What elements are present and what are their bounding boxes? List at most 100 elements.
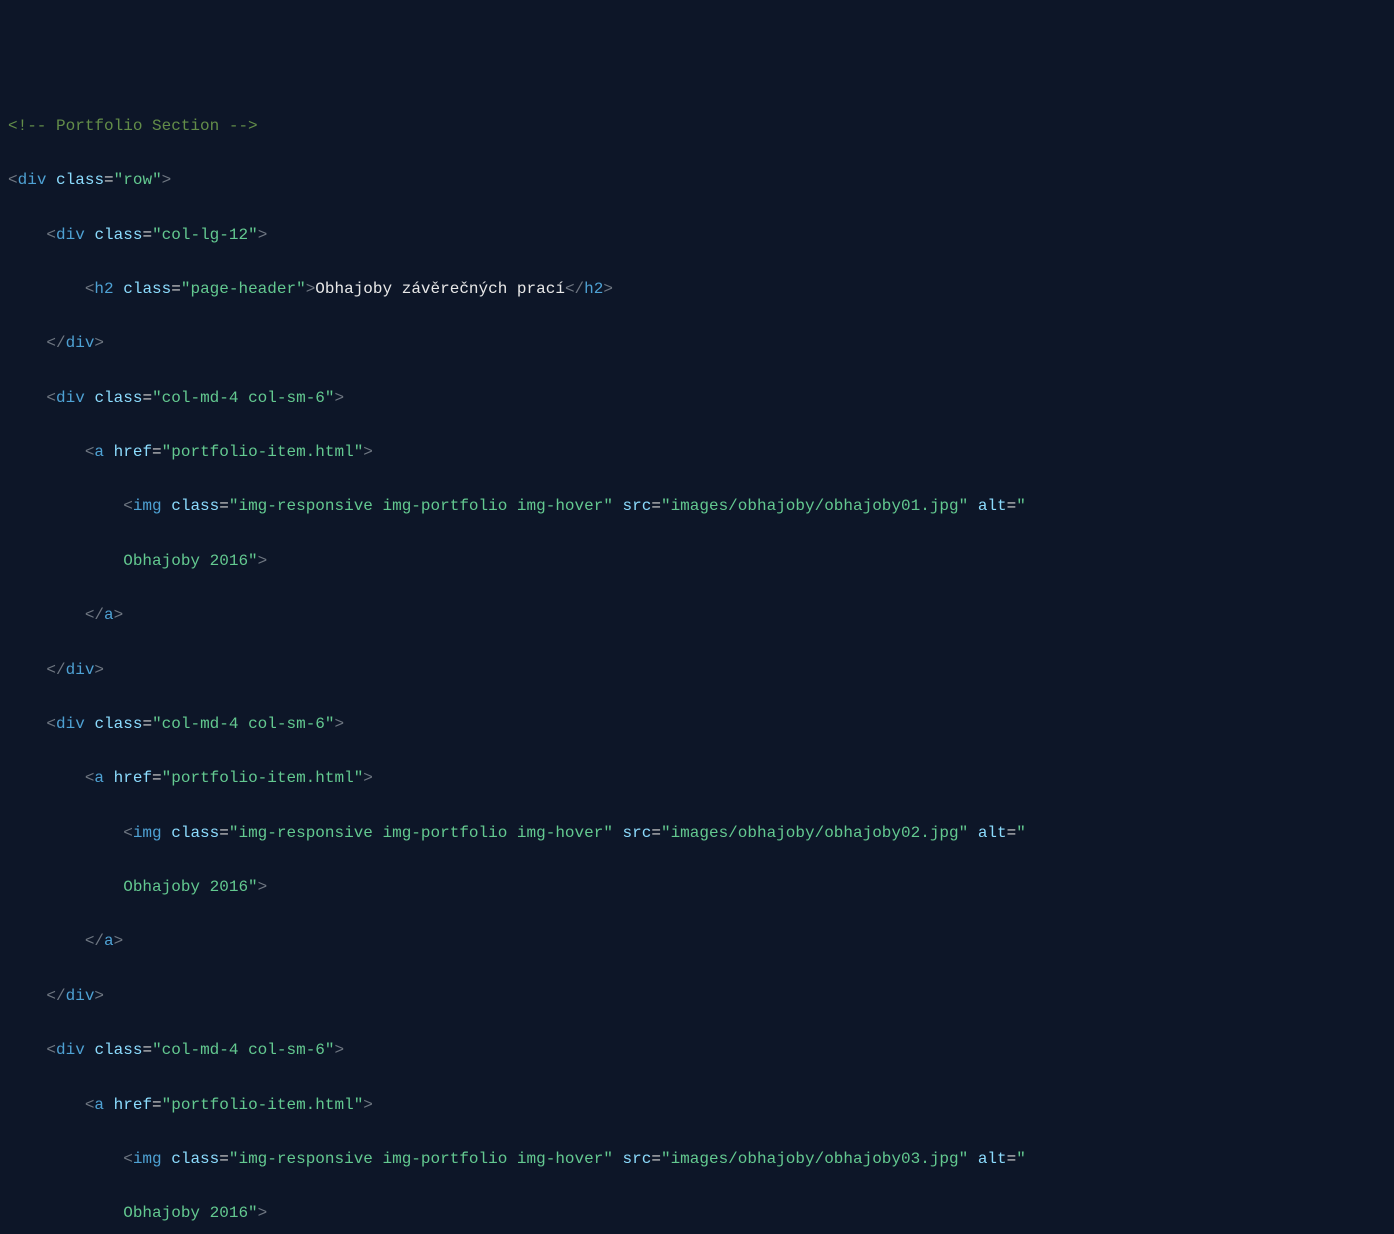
code-line[interactable]: <a href="portfolio-item.html"> bbox=[8, 439, 1394, 466]
token-text bbox=[85, 389, 95, 407]
code-line[interactable]: <div class="col-md-4 col-sm-6"> bbox=[8, 385, 1394, 412]
code-line[interactable]: Obhajoby 2016"> bbox=[8, 874, 1394, 901]
token-bracket: < bbox=[46, 715, 56, 733]
token-text bbox=[162, 497, 172, 515]
token-bracket: > bbox=[114, 932, 124, 950]
code-line[interactable]: <div class="col-md-4 col-sm-6"> bbox=[8, 711, 1394, 738]
code-line[interactable]: </div> bbox=[8, 983, 1394, 1010]
token-attr-name: class bbox=[171, 824, 219, 842]
code-line[interactable]: Obhajoby 2016"> bbox=[8, 1200, 1394, 1227]
token-bracket: > bbox=[258, 878, 268, 896]
token-bracket: </ bbox=[85, 606, 104, 624]
token-bracket: > bbox=[363, 1096, 373, 1114]
token-string: " bbox=[1016, 1150, 1026, 1168]
token-attr-name: href bbox=[114, 1096, 152, 1114]
token-bracket: > bbox=[603, 280, 613, 298]
token-bracket: < bbox=[46, 1041, 56, 1059]
token-attr-name: alt bbox=[978, 1150, 1007, 1168]
token-tag: img bbox=[133, 824, 162, 842]
token-text bbox=[162, 824, 172, 842]
token-tag: h2 bbox=[94, 280, 113, 298]
token-tag: a bbox=[104, 606, 114, 624]
token-bracket: </ bbox=[565, 280, 584, 298]
token-bracket: < bbox=[123, 497, 133, 515]
token-bracket: < bbox=[85, 443, 95, 461]
token-attr-name: class bbox=[171, 1150, 219, 1168]
token-string: Obhajoby 2016" bbox=[123, 552, 257, 570]
token-bracket: > bbox=[94, 661, 104, 679]
indent bbox=[8, 987, 46, 1005]
token-text bbox=[613, 1150, 623, 1168]
token-text bbox=[162, 1150, 172, 1168]
code-line[interactable]: <img class="img-responsive img-portfolio… bbox=[8, 493, 1394, 520]
token-string: "col-md-4 col-sm-6" bbox=[152, 1041, 334, 1059]
token-bracket: > bbox=[258, 226, 268, 244]
token-bracket: > bbox=[363, 443, 373, 461]
token-tag: div bbox=[66, 987, 95, 1005]
token-tag: div bbox=[18, 171, 47, 189]
token-comment: <!-- Portfolio Section --> bbox=[8, 117, 258, 135]
code-line[interactable]: <div class="col-lg-12"> bbox=[8, 222, 1394, 249]
token-string: "row" bbox=[114, 171, 162, 189]
token-eq: = bbox=[219, 497, 229, 515]
token-eq: = bbox=[219, 1150, 229, 1168]
token-attr-name: href bbox=[114, 443, 152, 461]
token-eq: = bbox=[142, 715, 152, 733]
token-text bbox=[968, 824, 978, 842]
token-tag: div bbox=[56, 389, 85, 407]
token-string: Obhajoby 2016" bbox=[123, 878, 257, 896]
token-string: " bbox=[1016, 497, 1026, 515]
token-string: "portfolio-item.html" bbox=[162, 443, 364, 461]
token-attr-name: class bbox=[123, 280, 171, 298]
code-editor[interactable]: <!-- Portfolio Section --> <div class="r… bbox=[8, 113, 1394, 1234]
token-bracket: > bbox=[335, 1041, 345, 1059]
code-line[interactable]: </a> bbox=[8, 928, 1394, 955]
token-bracket: </ bbox=[46, 987, 65, 1005]
code-line[interactable]: <img class="img-responsive img-portfolio… bbox=[8, 820, 1394, 847]
token-attr-name: src bbox=[623, 1150, 652, 1168]
code-line[interactable]: <a href="portfolio-item.html"> bbox=[8, 1092, 1394, 1119]
code-line[interactable]: </a> bbox=[8, 602, 1394, 629]
token-eq: = bbox=[1007, 1150, 1017, 1168]
code-line[interactable]: <h2 class="page-header">Obhajoby závěreč… bbox=[8, 276, 1394, 303]
code-line[interactable]: <!-- Portfolio Section --> bbox=[8, 113, 1394, 140]
token-attr-name: class bbox=[56, 171, 104, 189]
token-string: "portfolio-item.html" bbox=[162, 769, 364, 787]
token-tag: a bbox=[94, 769, 104, 787]
token-bracket: < bbox=[85, 769, 95, 787]
indent bbox=[8, 824, 123, 842]
token-text bbox=[104, 1096, 114, 1114]
indent bbox=[8, 1150, 123, 1168]
token-bracket: </ bbox=[46, 334, 65, 352]
token-bracket: > bbox=[335, 389, 345, 407]
token-bracket: > bbox=[258, 1204, 268, 1222]
token-text: Obhajoby závěrečných prací bbox=[315, 280, 565, 298]
token-string: "img-responsive img-portfolio img-hover" bbox=[229, 824, 613, 842]
token-string: "images/obhajoby/obhajoby02.jpg" bbox=[661, 824, 968, 842]
token-text bbox=[46, 171, 56, 189]
code-line[interactable]: </div> bbox=[8, 657, 1394, 684]
token-bracket: < bbox=[85, 1096, 95, 1114]
token-eq: = bbox=[142, 1041, 152, 1059]
indent bbox=[8, 661, 46, 679]
token-tag: div bbox=[66, 661, 95, 679]
token-text bbox=[968, 497, 978, 515]
code-line[interactable]: <div class="col-md-4 col-sm-6"> bbox=[8, 1037, 1394, 1064]
token-text bbox=[613, 497, 623, 515]
token-bracket: > bbox=[363, 769, 373, 787]
token-string: "page-header" bbox=[181, 280, 306, 298]
token-tag: a bbox=[94, 1096, 104, 1114]
code-line[interactable]: <img class="img-responsive img-portfolio… bbox=[8, 1146, 1394, 1173]
token-tag: img bbox=[133, 1150, 162, 1168]
indent bbox=[8, 1096, 85, 1114]
token-string: "col-lg-12" bbox=[152, 226, 258, 244]
code-line[interactable]: </div> bbox=[8, 330, 1394, 357]
token-text bbox=[613, 824, 623, 842]
token-attr-name: class bbox=[94, 1041, 142, 1059]
token-string: "img-responsive img-portfolio img-hover" bbox=[229, 1150, 613, 1168]
code-line[interactable]: <a href="portfolio-item.html"> bbox=[8, 765, 1394, 792]
code-line[interactable]: Obhajoby 2016"> bbox=[8, 548, 1394, 575]
token-bracket: </ bbox=[46, 661, 65, 679]
code-line[interactable]: <div class="row"> bbox=[8, 167, 1394, 194]
token-bracket: < bbox=[46, 389, 56, 407]
